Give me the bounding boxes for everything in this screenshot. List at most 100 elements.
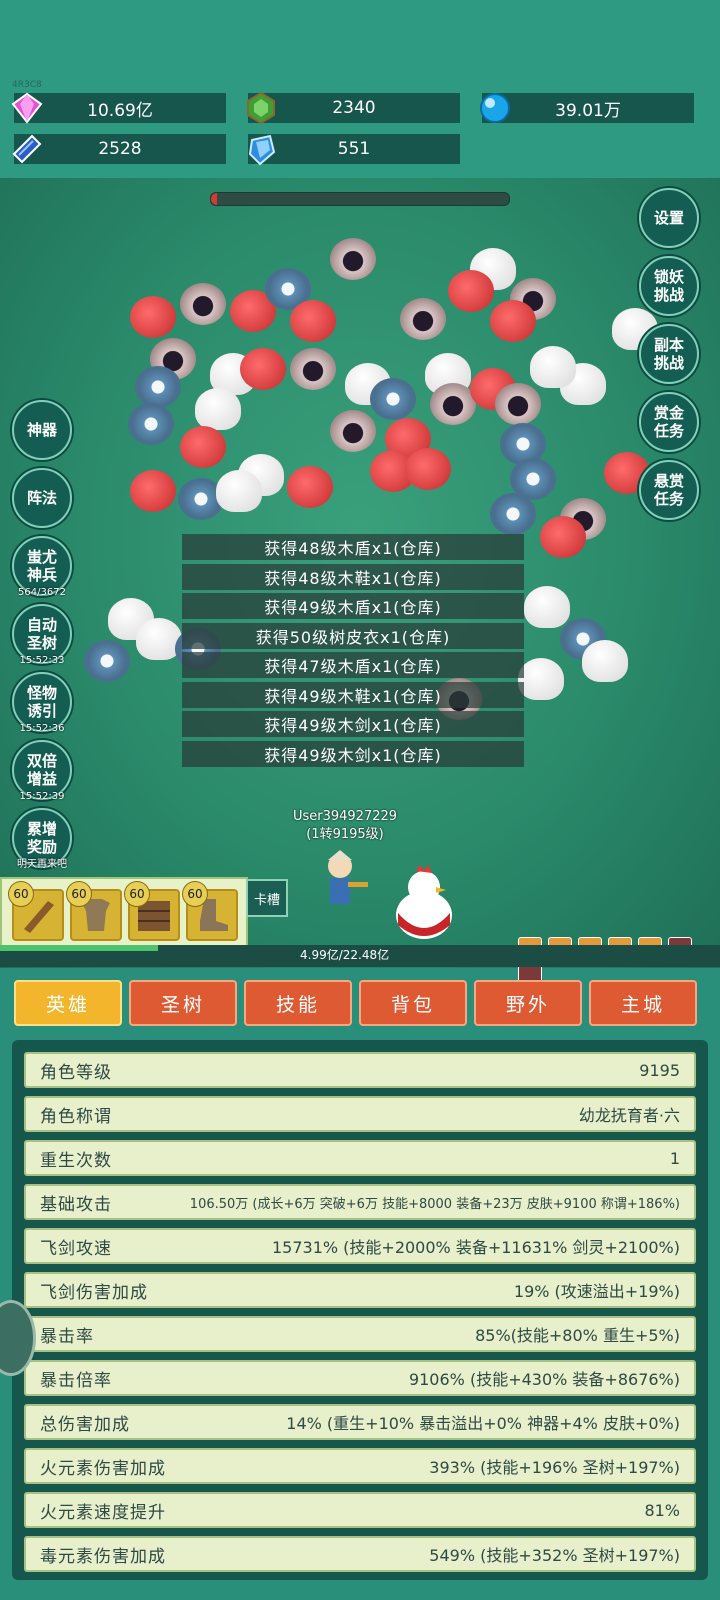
- diamond-icon: [8, 89, 46, 127]
- loot-message: 获得47级木盾x1(仓库): [182, 652, 524, 678]
- monster-sprite: [180, 283, 226, 325]
- stat-row: 总伤害加成 14% (重生+10% 暴击溢出+0% 神器+4% 皮肤+0%): [24, 1404, 696, 1440]
- stat-row: 暴击倍率 9106% (技能+430% 装备+8676%): [24, 1360, 696, 1396]
- monster-sprite: [290, 348, 336, 390]
- stat-row: 火元素速度提升 81%: [24, 1492, 696, 1528]
- chiyou-progress: 564/3672: [18, 587, 66, 598]
- equip-slot-boots[interactable]: 60: [182, 881, 238, 943]
- loot-message: 获得49级木鞋x1(仓库): [182, 681, 524, 708]
- chiyou-weapon-button[interactable]: 蚩尤神兵 564/3672: [12, 536, 72, 598]
- green-gem-value: 2340: [332, 98, 376, 118]
- equip-slot-weapon[interactable]: 60: [8, 881, 64, 943]
- loot-message: 获得49级木剑x1(仓库): [182, 740, 524, 767]
- sword-icon: [14, 901, 62, 943]
- tab-sacred-tree[interactable]: 圣树: [129, 980, 237, 1026]
- demon-lock-challenge-button[interactable]: 锁妖挑战: [639, 256, 699, 316]
- monster-sprite: [195, 388, 241, 430]
- loot-message: 获得50级树皮衣x1(仓库): [182, 622, 524, 649]
- monster-lure-timer: 15:52:36: [19, 723, 65, 734]
- monster-sprite: [490, 300, 536, 342]
- monster-sprite: [582, 640, 628, 682]
- dungeon-challenge-button[interactable]: 副本挑战: [639, 324, 699, 384]
- main-tabs: 英雄 圣树 技能 背包 野外 主城: [0, 980, 720, 1026]
- loot-message: 获得48级木盾x1(仓库): [182, 534, 524, 560]
- monster-sprite: [405, 448, 451, 490]
- equip-slot-armor[interactable]: 60: [66, 881, 122, 943]
- monster-sprite: [490, 493, 536, 535]
- player-label: User394927229 (1转9195级): [290, 808, 400, 844]
- stat-row: 角色等级 9195: [24, 1052, 696, 1088]
- green-gem-icon: [242, 89, 280, 127]
- stat-row: 飞剑攻速 15731% (技能+2000% 装备+11631% 剑灵+2100%): [24, 1228, 696, 1264]
- monster-sprite: [524, 586, 570, 628]
- hero-stats-panel[interactable]: 角色等级 9195 角色称谓 幼龙抚育者·六 重生次数 1 基础攻击 106.50万 (…: [12, 1040, 708, 1580]
- accumulated-reward-button[interactable]: 累增奖励 明天再来吧: [12, 808, 72, 870]
- equip-level: 60: [182, 881, 208, 907]
- stat-row: 飞剑伤害加成 19% (攻速溢出+19%): [24, 1272, 696, 1308]
- monster-sprite: [448, 270, 494, 312]
- card-slot-button[interactable]: 卡槽: [246, 879, 288, 917]
- monster-sprite: [370, 378, 416, 420]
- artifact-button[interactable]: 神器: [12, 400, 72, 460]
- settings-button[interactable]: 设置: [639, 188, 699, 248]
- equip-level: 60: [66, 881, 92, 907]
- auto-tree-timer: 15:52:33: [19, 655, 65, 666]
- monster-sprite: [216, 470, 262, 512]
- tab-skills[interactable]: 技能: [244, 980, 352, 1026]
- monster-sprite: [530, 346, 576, 388]
- chicken-pet-sprite: [388, 863, 460, 943]
- resource-crystal: 551: [248, 134, 460, 166]
- stat-row: 毒元素伤害加成 549% (技能+352% 圣树+197%): [24, 1536, 696, 1572]
- monster-sprite: [84, 640, 130, 682]
- resource-green-gem: 2340: [247, 91, 460, 125]
- monster-sprite: [287, 466, 333, 508]
- bounty-task-button[interactable]: 赏金任务: [639, 392, 699, 452]
- monster-sprite: [180, 426, 226, 468]
- double-buff-button[interactable]: 双倍增益 15:52:39: [12, 740, 72, 802]
- boss-hp-bar: [210, 192, 510, 206]
- monster-lure-button[interactable]: 怪物诱引 15:52:36: [12, 672, 72, 734]
- stat-row: 暴击率 85%(技能+80% 重生+5%): [24, 1316, 696, 1352]
- loot-message: 获得49级木盾x1(仓库): [182, 593, 524, 619]
- resource-header: 4R3C8 10.69亿 2340 39.01万 2528 551: [0, 0, 720, 178]
- book-value: 2528: [98, 139, 142, 159]
- blue-orb-icon: [476, 89, 514, 127]
- resource-book: 2528: [12, 134, 226, 164]
- monster-sprite: [290, 300, 336, 342]
- boot-icon: [188, 899, 236, 943]
- monster-sprite: [400, 298, 446, 340]
- battle-field[interactable]: 设置 锁妖挑战 副本挑战 赏金任务 悬赏任务 神器 阵法 蚩尤神兵 564/36…: [0, 178, 720, 968]
- tab-wild[interactable]: 野外: [474, 980, 582, 1026]
- resource-diamond: 10.69亿: [11, 92, 226, 124]
- reward-task-button[interactable]: 悬赏任务: [639, 460, 699, 520]
- book-icon: [8, 130, 46, 168]
- formation-button[interactable]: 阵法: [12, 468, 72, 528]
- tab-hero[interactable]: 英雄: [14, 980, 122, 1026]
- equipment-bar: 60 60 60 60: [0, 877, 248, 947]
- armor-icon: [72, 899, 120, 943]
- loot-message: 获得49级木剑x1(仓库): [182, 711, 524, 737]
- loot-message: 获得48级木鞋x1(仓库): [182, 563, 524, 590]
- monster-sprite: [330, 238, 376, 280]
- double-buff-timer: 15:52:39: [19, 791, 65, 802]
- equip-level: 60: [124, 881, 150, 907]
- equip-slot-shield[interactable]: 60: [124, 881, 180, 941]
- monster-sprite: [130, 296, 176, 338]
- tab-main-city[interactable]: 主城: [589, 980, 697, 1026]
- tab-backpack[interactable]: 背包: [359, 980, 467, 1026]
- accumulated-reward-status: 明天再来吧: [17, 859, 67, 870]
- loot-message-list: 获得48级木盾x1(仓库) 获得48级木鞋x1(仓库) 获得49级木盾x1(仓库…: [182, 534, 524, 770]
- monster-sprite: [518, 658, 564, 700]
- blue-orb-value: 39.01万: [555, 100, 621, 121]
- monster-sprite: [130, 470, 176, 512]
- hero-sprite: [310, 848, 370, 918]
- diamond-value: 10.69亿: [87, 100, 153, 121]
- player-level: (1转9195级): [306, 827, 384, 842]
- auto-tree-button[interactable]: 自动圣树 15:52:33: [12, 604, 72, 666]
- monster-sprite: [330, 410, 376, 452]
- resource-blue-orb: 39.01万: [480, 93, 694, 123]
- monster-sprite: [135, 366, 181, 408]
- experience-text: 4.99亿/22.48亿: [300, 948, 390, 962]
- stat-row: 基础攻击 106.50万 (成长+6万 突破+6万 技能+8000 装备+23万 …: [24, 1184, 696, 1220]
- equip-level: 60: [8, 881, 34, 907]
